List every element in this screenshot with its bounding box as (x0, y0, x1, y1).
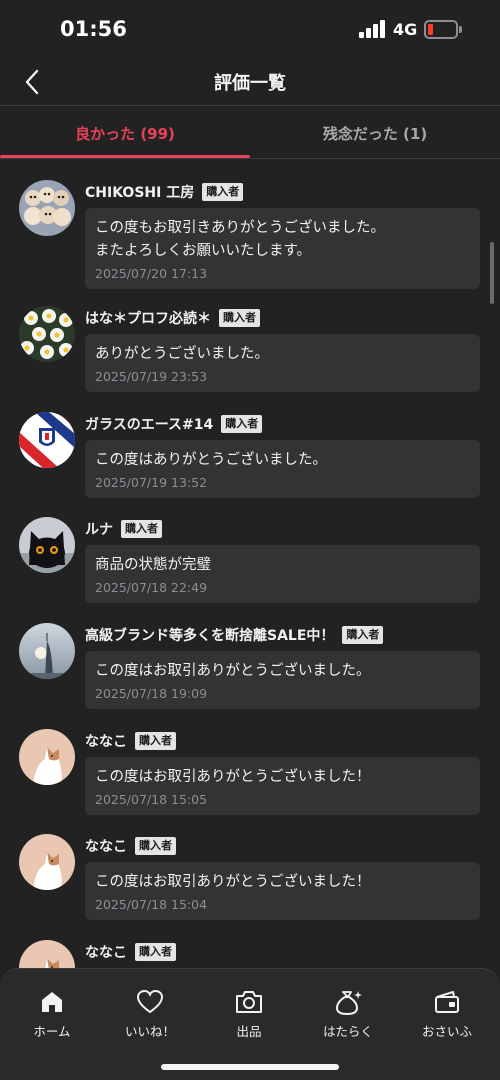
review-date: 2025/07/18 22:49 (95, 580, 208, 595)
review-bubble: この度はお取引ありがとうございました！ 2025/07/18 15:05 (85, 757, 480, 815)
buyer-badge: 購入者 (219, 309, 260, 327)
review-bubble: 商品の状態が完璧 2025/07/18 22:49 (85, 545, 480, 603)
review-bubble: この度はお取引ありがとうございました！ 2025/07/18 15:04 (85, 862, 480, 920)
buyer-badge: 購入者 (135, 837, 176, 855)
buyer-badge: 購入者 (221, 415, 263, 433)
tab-sell[interactable]: 出品 (199, 987, 299, 1040)
review-list[interactable]: CHIKOSHI 工房 購入者 この度もお取引きありがとうございました。 またよ… (0, 160, 500, 970)
review-date: 2025/07/18 19:09 (95, 686, 208, 701)
money-bag-icon (336, 991, 362, 1015)
review-date: 2025/07/18 15:05 (95, 792, 208, 807)
review-bubble: この度はありがとうございました。 2025/07/19 13:52 (85, 440, 480, 498)
tab-label: はたらく (323, 1024, 373, 1039)
buyer-badge: 購入者 (202, 183, 244, 201)
review-message: この度もお取引きありがとうございました。 またよろしくお願いいたします。 (95, 220, 385, 259)
tab-label: おさいふ (421, 1024, 472, 1039)
tab-bad[interactable]: 残念だった (1) (250, 107, 500, 159)
tab-label: ホーム (33, 1024, 71, 1039)
black-cat-avatar[interactable] (19, 517, 75, 573)
home-indicator (161, 1064, 339, 1070)
tab-likes[interactable]: いいね！ (100, 987, 200, 1040)
daisies-avatar[interactable] (19, 306, 75, 362)
review-bubble: ありがとうございました。 2025/07/19 23:53 (85, 334, 480, 392)
user-name[interactable]: CHIKOSHI 工房 (85, 182, 194, 202)
scrollbar[interactable] (490, 242, 494, 304)
cat-illustration-avatar[interactable] (19, 729, 75, 785)
review-message: この度はお取引ありがとうございました。 (95, 663, 371, 679)
review-date: 2025/07/20 17:13 (95, 266, 208, 281)
tab-work[interactable]: はたらく (298, 987, 398, 1040)
rating-tabs: 良かった (99) 残念だった (1) (0, 107, 500, 159)
signal-icon (359, 20, 385, 38)
review-date: 2025/07/19 13:52 (95, 475, 208, 490)
user-name[interactable]: はな＊プロフ必読＊ (85, 308, 211, 328)
review-bubble: この度もお取引きありがとうございました。 またよろしくお願いいたします。 202… (85, 208, 480, 289)
review-date: 2025/07/19 23:53 (95, 369, 208, 384)
status-time: 01:56 (60, 17, 127, 41)
network-label: 4G (393, 20, 418, 39)
buyer-badge: 購入者 (342, 626, 384, 644)
tab-label: 出品 (236, 1024, 262, 1039)
active-tab-indicator (0, 155, 250, 158)
user-name[interactable]: ななこ (85, 731, 127, 751)
user-name[interactable]: ななこ (85, 942, 127, 962)
tab-home[interactable]: ホーム (2, 987, 102, 1040)
review-date: 2025/07/18 15:04 (95, 897, 208, 912)
cat-illustration-avatar[interactable] (19, 940, 75, 970)
team-emblem-avatar[interactable] (19, 412, 75, 468)
battery-icon (424, 20, 458, 39)
tab-good[interactable]: 良かった (99) (0, 107, 250, 159)
page-title: 評価一覧 (214, 73, 286, 94)
tab-wallet[interactable]: おさいふ (397, 987, 497, 1040)
home-icon (42, 992, 62, 1012)
user-name[interactable]: ななこ (85, 836, 127, 856)
review-message: この度はお取引ありがとうございました！ (95, 874, 371, 890)
wallet-icon (435, 991, 459, 1013)
user-name[interactable]: ガラスのエース#14 (85, 414, 213, 434)
review-message: この度はありがとうございました。 (95, 452, 327, 468)
heart-icon (136, 989, 164, 1014)
tower-avatar[interactable] (19, 623, 75, 679)
navigation-header: 評価一覧 (0, 58, 500, 106)
review-message: ありがとうございました。 (95, 346, 269, 362)
buyer-badge: 購入者 (121, 520, 162, 538)
user-name[interactable]: ルナ (85, 519, 113, 539)
review-message: 商品の状態が完璧 (95, 557, 211, 573)
camera-icon (236, 991, 262, 1013)
review-bubble: この度はお取引ありがとうございました。 2025/07/18 19:09 (85, 651, 480, 709)
status-bar: 01:56 4G (0, 0, 500, 58)
buyer-badge: 購入者 (135, 943, 176, 961)
tab-label: いいね！ (124, 1024, 175, 1039)
user-name[interactable]: 高級ブランド等多くを断捨離SALE中！ (85, 625, 334, 645)
review-message: この度はお取引ありがとうございました！ (95, 769, 371, 785)
buyer-badge: 購入者 (135, 732, 176, 750)
cat-illustration-avatar[interactable] (19, 834, 75, 890)
puppies-avatar[interactable] (19, 180, 75, 236)
